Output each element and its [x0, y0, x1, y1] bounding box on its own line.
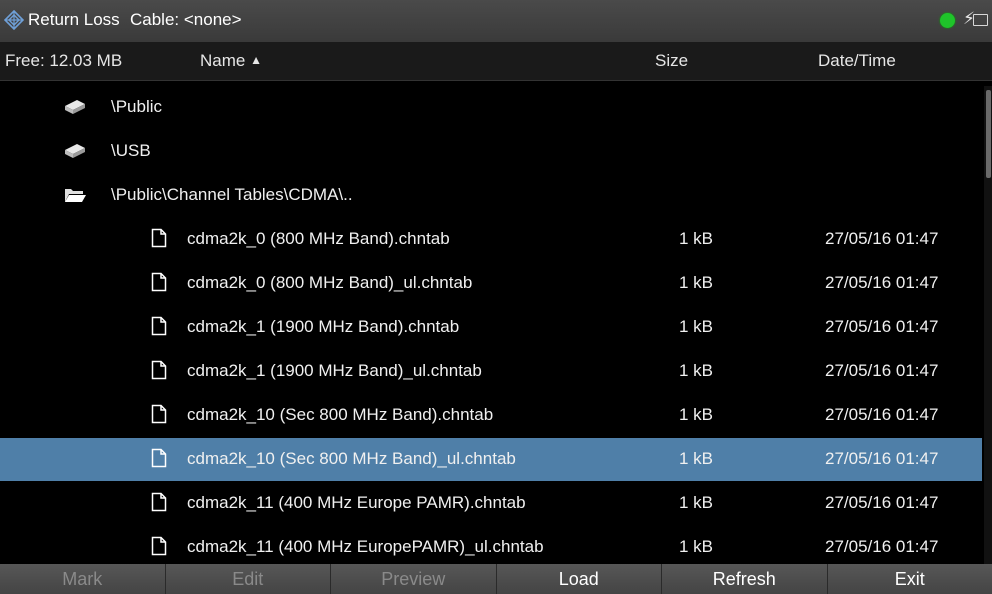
refresh-button[interactable]: Refresh	[661, 564, 827, 594]
mark-button[interactable]: Mark	[0, 564, 165, 594]
file-size: 1 kB	[679, 537, 714, 556]
file-icon	[151, 360, 167, 380]
file-icon	[151, 228, 167, 248]
file-size: 1 kB	[679, 493, 714, 512]
edit-button[interactable]: Edit	[164, 564, 330, 594]
file-row[interactable]: cdma2k_0 (800 MHz Band).chntab 1 kB 27/0…	[0, 218, 982, 261]
battery-icon	[973, 14, 988, 26]
file-icon	[151, 536, 167, 556]
file-datetime: 27/05/16 01:47	[825, 361, 939, 380]
file-size: 1 kB	[679, 361, 714, 380]
mode-label: Return Loss	[28, 10, 120, 29]
drive-icon	[65, 100, 85, 114]
file-datetime: 27/05/16 01:47	[825, 317, 939, 336]
list-item-label: \Public	[111, 97, 163, 116]
list-item-public[interactable]: \Public	[0, 86, 982, 129]
file-datetime: 27/05/16 01:47	[825, 229, 939, 248]
list-item-label: \Public\Channel Tables\CDMA\..	[111, 185, 353, 204]
file-name: cdma2k_11 (400 MHz EuropePAMR)_ul.chntab	[187, 537, 544, 556]
file-name: cdma2k_10 (Sec 800 MHz Band)_ul.chntab	[187, 449, 516, 468]
cable-label: Cable: <none>	[130, 10, 242, 29]
file-size: 1 kB	[679, 273, 714, 292]
file-datetime: 27/05/16 01:47	[825, 449, 939, 468]
file-row[interactable]: cdma2k_1 (1900 MHz Band).chntab 1 kB 27/…	[0, 306, 982, 349]
preview-button[interactable]: Preview	[330, 564, 496, 594]
file-icon	[151, 404, 167, 424]
file-row[interactable]: cdma2k_11 (400 MHz EuropePAMR)_ul.chntab…	[0, 526, 982, 564]
file-icon	[151, 492, 167, 512]
file-size: 1 kB	[679, 449, 714, 468]
file-datetime: 27/05/16 01:47	[825, 537, 939, 556]
file-datetime: 27/05/16 01:47	[825, 405, 939, 424]
file-icon	[151, 316, 167, 336]
file-size: 1 kB	[679, 317, 714, 336]
free-space-label: Free: 12.03 MB	[5, 51, 123, 70]
scrollbar-thumb[interactable]	[986, 90, 991, 178]
sort-ascending-icon: ▲	[250, 53, 262, 67]
file-datetime: 27/05/16 01:47	[825, 273, 939, 292]
drive-icon	[65, 144, 85, 158]
file-name: cdma2k_1 (1900 MHz Band)_ul.chntab	[187, 361, 482, 380]
file-name: cdma2k_10 (Sec 800 MHz Band).chntab	[187, 405, 494, 424]
file-name: cdma2k_1 (1900 MHz Band).chntab	[187, 317, 460, 336]
file-icon	[151, 272, 167, 292]
file-name: cdma2k_0 (800 MHz Band)_ul.chntab	[187, 273, 473, 292]
column-header-size[interactable]: Size	[655, 51, 688, 71]
file-row[interactable]: cdma2k_1 (1900 MHz Band)_ul.chntab 1 kB …	[0, 350, 982, 393]
file-size: 1 kB	[679, 405, 714, 424]
list-item-usb[interactable]: \USB	[0, 130, 982, 173]
folder-open-icon	[65, 189, 86, 202]
title-bar: Return Loss Cable: <none> ⚡︎	[0, 0, 992, 42]
list-item-label: \USB	[111, 141, 151, 160]
file-datetime: 27/05/16 01:47	[825, 493, 939, 512]
file-name: cdma2k_11 (400 MHz Europe PAMR).chntab	[187, 493, 526, 512]
softkey-bar: Mark Edit Preview Load Refresh Exit	[0, 564, 992, 594]
file-list-header: Free: 12.03 MB Name ▲ Size Date/Time	[0, 42, 992, 81]
column-header-name[interactable]: Name ▲	[200, 51, 262, 71]
status-led-icon	[940, 13, 955, 28]
exit-button[interactable]: Exit	[826, 564, 992, 594]
file-row-selected[interactable]: cdma2k_10 (Sec 800 MHz Band)_ul.chntab 1…	[0, 438, 982, 481]
rohde-schwarz-logo-icon	[4, 10, 24, 30]
file-row[interactable]: cdma2k_0 (800 MHz Band)_ul.chntab 1 kB 2…	[0, 262, 982, 305]
file-name: cdma2k_0 (800 MHz Band).chntab	[187, 229, 450, 248]
list-item-parent-dir[interactable]: \Public\Channel Tables\CDMA\..	[0, 174, 982, 217]
file-row[interactable]: cdma2k_10 (Sec 800 MHz Band).chntab 1 kB…	[0, 394, 982, 437]
file-icon	[151, 448, 167, 468]
file-size: 1 kB	[679, 229, 714, 248]
column-header-datetime[interactable]: Date/Time	[818, 51, 896, 71]
file-list[interactable]: \Public \USB \Public\Channel Tables\CDMA…	[0, 86, 982, 564]
file-row[interactable]: cdma2k_11 (400 MHz Europe PAMR).chntab 1…	[0, 482, 982, 525]
load-button[interactable]: Load	[495, 564, 661, 594]
